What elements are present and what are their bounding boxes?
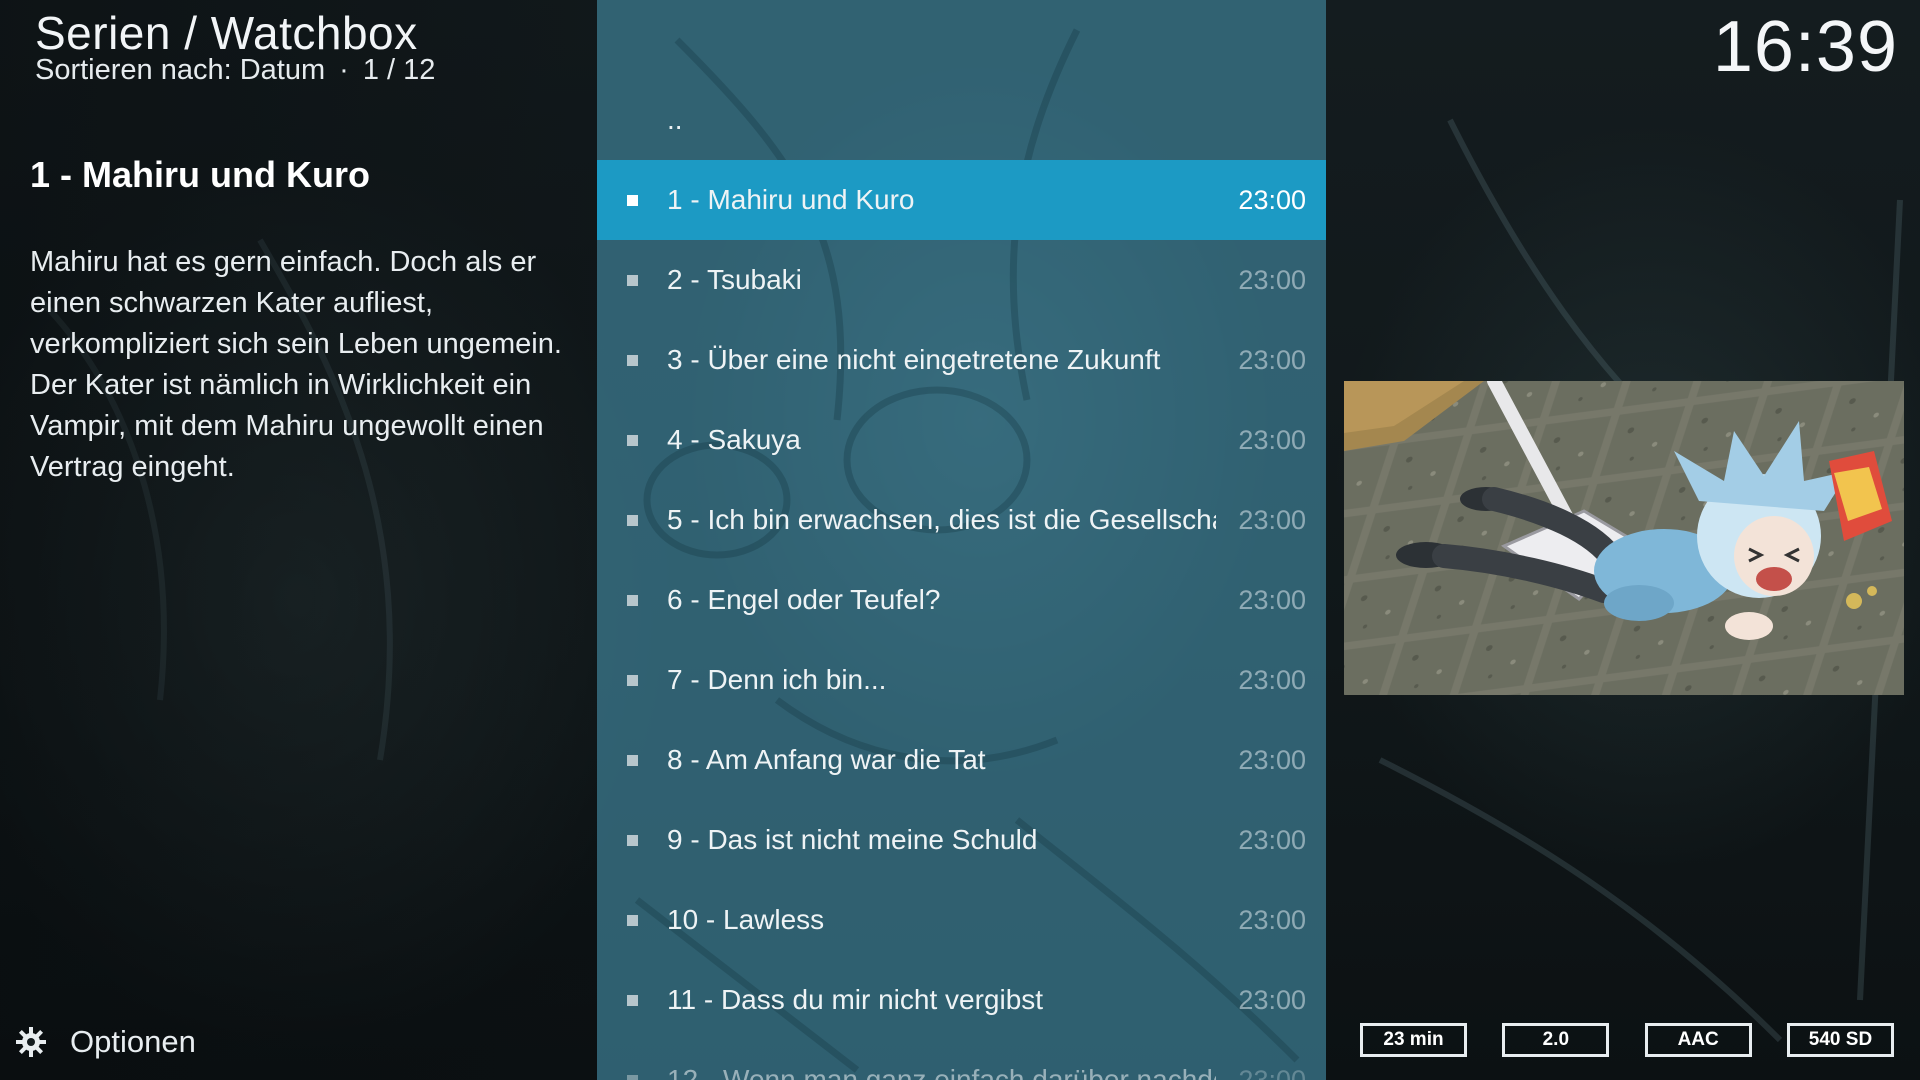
list-item-time: 23:00 xyxy=(1238,264,1306,295)
watched-indicator-icon xyxy=(627,194,638,206)
list-item-time: 23:00 xyxy=(1238,344,1306,375)
list-item-label: 5 - Ich bin erwachsen, dies ist die Gese… xyxy=(667,504,1216,535)
list-item-time: 23:00 xyxy=(1238,664,1306,695)
list-item-time: 23:00 xyxy=(1238,904,1306,935)
gear-icon xyxy=(16,1027,46,1057)
list-item-time: 23:00 xyxy=(1238,584,1306,615)
options-label: Optionen xyxy=(70,1024,196,1059)
list-item[interactable]: 1 - Mahiru und Kuro 23:00 xyxy=(597,160,1326,240)
list-item-label: 10 - Lawless xyxy=(667,904,825,935)
watched-indicator-icon xyxy=(627,1074,638,1080)
episode-plot: Mahiru hat es gern einfach. Doch als er … xyxy=(30,246,562,483)
list-item[interactable]: 8 - Am Anfang war die Tat 23:00 xyxy=(597,720,1326,800)
duration-badge: 23 min xyxy=(1360,1023,1467,1057)
list-item-label: 12 - Wenn man ganz einfach darüber nachd… xyxy=(667,1064,1216,1080)
list-item-time: 23:00 xyxy=(1238,184,1306,215)
watched-indicator-icon xyxy=(627,434,638,446)
list-item[interactable]: 4 - Sakuya 23:00 xyxy=(597,400,1326,480)
list-item[interactable]: 11 - Dass du mir nicht vergibst 23:00 xyxy=(597,960,1326,1040)
watched-indicator-icon xyxy=(627,594,638,606)
watched-indicator-icon xyxy=(627,834,638,846)
list-item[interactable]: 9 - Das ist nicht meine Schuld 23:00 xyxy=(597,800,1326,880)
list-item-time: 23:00 xyxy=(1238,824,1306,855)
list-item-label: 6 - Engel oder Teufel? xyxy=(667,584,941,615)
list-item-label: 1 - Mahiru und Kuro xyxy=(667,184,915,215)
list-item[interactable]: 10 - Lawless 23:00 xyxy=(597,880,1326,960)
list-item-label: .. xyxy=(667,104,683,135)
list-item-time: 23:00 xyxy=(1238,424,1306,455)
list-item-time: 23:00 xyxy=(1238,504,1306,535)
audio-codec-badge: AAC xyxy=(1644,1023,1752,1057)
list-item-time: 23:00 xyxy=(1238,1064,1306,1080)
list-item-label: 11 - Dass du mir nicht vergibst xyxy=(667,984,1044,1015)
watched-indicator-icon xyxy=(627,754,638,766)
thumbnail-image xyxy=(1344,381,1904,695)
list-item[interactable]: 2 - Tsubaki 23:00 xyxy=(597,240,1326,320)
watched-indicator-icon xyxy=(627,994,638,1006)
watched-indicator-icon xyxy=(627,914,638,926)
options-button[interactable]: Optionen xyxy=(14,1022,196,1062)
list-item[interactable]: 12 - Wenn man ganz einfach darüber nachd… xyxy=(597,1040,1326,1080)
list-item[interactable]: 7 - Denn ich bin... 23:00 xyxy=(597,640,1326,720)
separator-dot: · xyxy=(339,54,349,86)
watched-indicator-icon xyxy=(627,354,638,366)
media-flags: 23 min 2.0 AAC 540 SD xyxy=(1360,1023,1894,1057)
list-item-label: 4 - Sakuya xyxy=(667,424,801,455)
list-item-parent[interactable]: .. xyxy=(597,80,1326,160)
list-item[interactable]: 6 - Engel oder Teufel? 23:00 xyxy=(597,560,1326,640)
clock: 16:39 xyxy=(1712,7,1898,87)
page-title: Serien / Watchbox xyxy=(35,7,418,59)
audio-channels-badge: 2.0 xyxy=(1502,1023,1610,1057)
sort-label[interactable]: Sortieren nach: Datum xyxy=(35,54,325,86)
watched-indicator-icon xyxy=(627,514,638,526)
sort-info: Sortieren nach: Datum · 1 / 12 xyxy=(35,54,435,87)
resolution-badge: 540 SD xyxy=(1786,1023,1894,1057)
list-item-label: 8 - Am Anfang war die Tat xyxy=(667,744,986,775)
list-item[interactable]: 5 - Ich bin erwachsen, dies ist die Gese… xyxy=(597,480,1326,560)
item-position: 1 / 12 xyxy=(362,54,436,86)
episode-thumbnail xyxy=(1344,381,1904,695)
watched-indicator-icon xyxy=(627,274,638,286)
list-item-label: 7 - Denn ich bin... xyxy=(667,664,887,695)
list-item-label: 9 - Das ist nicht meine Schuld xyxy=(667,824,1038,855)
list-item-label: 3 - Über eine nicht eingetretene Zukunft xyxy=(667,344,1161,375)
watched-indicator-icon xyxy=(627,674,638,686)
list-item-label: 2 - Tsubaki xyxy=(667,264,802,295)
bullet xyxy=(627,115,638,126)
list-item-time: 23:00 xyxy=(1238,984,1306,1015)
episode-list[interactable]: .. 1 - Mahiru und Kuro 23:00 2 - Tsubaki… xyxy=(597,0,1326,1080)
episode-title: 1 - Mahiru und Kuro xyxy=(30,154,370,195)
list-item-time: 23:00 xyxy=(1238,744,1306,775)
list-item[interactable]: 3 - Über eine nicht eingetretene Zukunft… xyxy=(597,320,1326,400)
